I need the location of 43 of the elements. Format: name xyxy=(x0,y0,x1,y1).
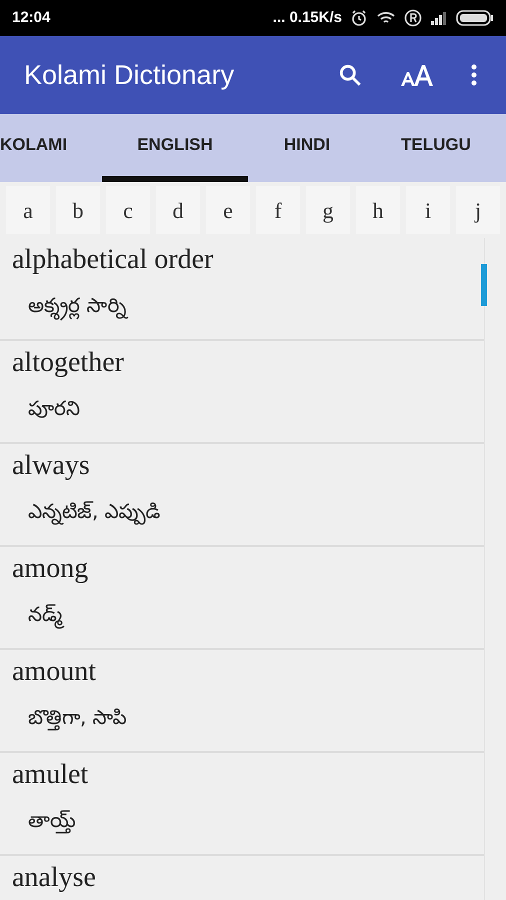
entry-row[interactable]: analyse xyxy=(0,856,484,900)
entry-row[interactable]: among నడ్మ్ xyxy=(0,547,484,650)
language-tab[interactable]: HINDI xyxy=(248,114,366,182)
telugu-translation: అక్శ్రర్ల సార్ని xyxy=(12,290,126,320)
english-word: analyse xyxy=(12,861,96,895)
letter-button[interactable]: e xyxy=(206,186,250,234)
app-title: Kolami Dictionary xyxy=(24,58,234,92)
telugu-translation: బొత్తిగా, సాపి xyxy=(27,704,127,732)
network-speed: ... 0.15K/s xyxy=(272,8,342,28)
english-word: alphabetical order xyxy=(12,243,214,277)
entry-row[interactable]: always ఎన్నటిజ్, ఎప్పుడి xyxy=(0,444,484,547)
registered-icon xyxy=(404,9,422,27)
telugu-translation: తాయ్త్ xyxy=(27,807,76,835)
entry-row[interactable]: amount బొత్తిగా, సాపి xyxy=(0,650,484,753)
english-word: among xyxy=(12,552,88,586)
english-word: amount xyxy=(12,655,96,689)
letter-button[interactable]: j xyxy=(456,186,500,234)
letter-button[interactable]: h xyxy=(356,186,400,234)
english-word: always xyxy=(12,449,90,483)
letter-button[interactable]: i xyxy=(406,186,450,234)
more-icon xyxy=(471,64,477,86)
scroll-thumb[interactable] xyxy=(481,264,487,306)
clock: 12:04 xyxy=(12,8,50,28)
language-tab[interactable]: TELUGU xyxy=(366,114,506,182)
english-word: altogether xyxy=(12,346,124,380)
letter-button[interactable]: d xyxy=(156,186,200,234)
letter-button[interactable]: a xyxy=(6,186,50,234)
alarm-icon xyxy=(350,9,368,27)
telugu-translation: పూరని xyxy=(27,395,80,422)
battery-icon xyxy=(456,10,494,26)
language-tab[interactable]: KOLAMI xyxy=(0,114,102,182)
telugu-translation: ఎన్నటిజ్, ఎప్పుడి xyxy=(27,498,161,526)
letter-button[interactable]: c xyxy=(106,186,150,234)
telugu-translation: నడ్మ్ xyxy=(12,599,62,629)
search-icon xyxy=(337,62,363,88)
entry-row[interactable]: amulet తాయ్త్ xyxy=(0,753,484,856)
english-word: amulet xyxy=(12,758,88,792)
letter-button[interactable]: f xyxy=(256,186,300,234)
letter-button[interactable]: b xyxy=(56,186,100,234)
letter-button[interactable]: g xyxy=(306,186,350,234)
text-size-icon xyxy=(400,62,436,88)
entry-row[interactable]: altogether పూరని xyxy=(0,341,484,444)
signal-icon xyxy=(430,11,448,25)
